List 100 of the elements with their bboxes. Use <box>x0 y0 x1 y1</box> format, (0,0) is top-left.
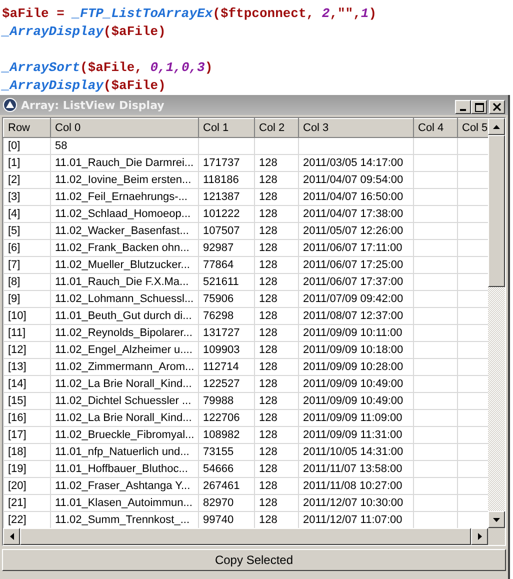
table-cell: 79988 <box>203 395 234 407</box>
table-cell: 11.02_Iovine_Beim ersten... <box>55 174 192 186</box>
column-header[interactable]: Col 3 <box>298 118 414 138</box>
table-cell: 11.02_Dichtel Schuessler ... <box>55 395 192 407</box>
table-cell: 128 <box>259 259 278 271</box>
table-cell: 11.01_Beuth_Gut durch di... <box>55 310 192 322</box>
table-cell: [0] <box>8 140 20 152</box>
table-cell: 128 <box>259 327 278 339</box>
table-cell: 2011/09/09 10:18:00 <box>303 344 404 356</box>
column-header[interactable]: Col 2 <box>254 118 298 138</box>
table-cell: 2011/10/05 14:31:00 <box>303 446 404 458</box>
table-cell: 2011/07/09 09:42:00 <box>303 293 404 305</box>
table-cell: [9] <box>8 293 20 305</box>
copy-selected-button[interactable]: Copy Selected <box>2 549 506 571</box>
up-arrow-icon <box>493 124 500 128</box>
table-cell: 128 <box>259 276 278 288</box>
table-cell: 121387 <box>203 191 240 203</box>
window-title: Array: ListView Display <box>21 98 166 112</box>
table-cell: [6] <box>8 242 20 254</box>
table-cell: [13] <box>8 361 26 373</box>
table-cell: 11.01_nfp_Natuerlich und... <box>55 446 190 458</box>
column-header[interactable]: Col 5 <box>458 118 488 138</box>
horizontal-scrollbar[interactable] <box>3 528 505 545</box>
table-cell: 128 <box>259 157 278 169</box>
table-cell: 99740 <box>203 514 234 526</box>
table-cell: 122706 <box>203 412 240 424</box>
maximize-icon <box>474 102 484 112</box>
table-cell: 75906 <box>203 293 234 305</box>
table-cell: [7] <box>8 259 20 271</box>
table-cell: 128 <box>259 174 278 186</box>
table-cell: 128 <box>259 412 278 424</box>
table-cell: 11.02_Brueckle_Fibromyal... <box>55 429 194 441</box>
table-cell: 11.02_Zimmermann_Arom... <box>55 361 194 373</box>
table-cell: [11] <box>8 327 26 339</box>
table-cell: [15] <box>8 395 26 407</box>
table-cell: 128 <box>259 361 278 373</box>
table-cell: 11.02_Frank_Backen ohn... <box>55 242 190 254</box>
table-cell: 2011/06/07 17:25:00 <box>303 259 404 271</box>
table-cell: 2011/08/07 12:37:00 <box>303 310 404 322</box>
column-header[interactable]: Col 1 <box>198 118 254 138</box>
table-cell: 128 <box>259 293 278 305</box>
left-arrow-icon <box>10 533 14 540</box>
table-cell: 128 <box>259 514 278 526</box>
column-header[interactable]: Col 4 <box>414 118 458 138</box>
table-cell: [16] <box>8 412 26 424</box>
close-button[interactable] <box>489 100 505 114</box>
table-cell: 267461 <box>203 480 240 492</box>
table-cell: 128 <box>259 191 278 203</box>
table-cell: [8] <box>8 276 20 288</box>
app-icon <box>3 98 17 112</box>
table-cell: 11.02_Summ_Trennkost_... <box>55 514 190 526</box>
table-cell: 122527 <box>203 378 240 390</box>
table-cell: 128 <box>259 395 278 407</box>
table-cell: 2011/09/09 11:09:00 <box>303 412 402 424</box>
table-cell: 128 <box>259 463 278 475</box>
table-cell: 11.02_Engel_Alzheimer u.... <box>55 344 192 356</box>
table-cell: [21] <box>8 497 26 509</box>
table-cell: 2011/04/07 09:54:00 <box>303 174 404 186</box>
table-cell: 131727 <box>203 327 240 339</box>
table-cell: 128 <box>259 378 278 390</box>
table-cell: 109903 <box>203 344 240 356</box>
table-cell: 11.02_La Brie Norall_Kind... <box>55 412 192 424</box>
table-cell: 2011/09/09 10:28:00 <box>303 361 404 373</box>
minimize-button[interactable] <box>455 100 471 114</box>
table-cell: 73155 <box>203 446 234 458</box>
table-cell: 171737 <box>203 157 240 169</box>
code-line: _ArraySort($aFile, 0,1,0,3) <box>2 59 213 77</box>
table-cell: 2011/04/07 17:38:00 <box>303 208 404 220</box>
table-cell: 11.01_Klasen_Autoimmun... <box>55 497 192 509</box>
table-cell: 128 <box>259 344 278 356</box>
table-cell: [2] <box>8 174 20 186</box>
table-cell: [5] <box>8 225 20 237</box>
table-cell: 2011/09/09 11:31:00 <box>303 429 402 441</box>
code-line: $aFile = _FTP_ListToArrayEx($ftpconnect, 2,"",1) <box>2 5 377 23</box>
table-cell: 11.02_Lohmann_Schuessl... <box>55 293 194 305</box>
table-cell: 2011/06/07 17:11:00 <box>303 242 402 254</box>
table-cell: 128 <box>259 208 278 220</box>
table-cell: 2011/06/07 17:37:00 <box>303 276 404 288</box>
table-cell: 108982 <box>203 429 240 441</box>
vertical-scrollbar[interactable] <box>488 118 505 528</box>
maximize-button[interactable] <box>471 100 487 114</box>
column-header[interactable]: Row <box>4 118 50 138</box>
table-cell: 54666 <box>203 463 234 475</box>
table-cell: [3] <box>8 191 20 203</box>
table-cell: 2011/05/07 12:26:00 <box>303 225 404 237</box>
table-cell: 128 <box>259 225 278 237</box>
code-line: _ArrayDisplay($aFile) <box>2 77 166 95</box>
table-cell: 11.01_Rauch_Die F.X.Ma... <box>55 276 189 288</box>
table-cell: 2011/12/07 11:07:00 <box>303 514 402 526</box>
column-header[interactable]: Col 0 <box>50 118 198 138</box>
table-cell: 11.02_Schlaad_Homoeop... <box>55 208 191 220</box>
table-cell: [1] <box>8 157 20 169</box>
code-line: _ArrayDisplay($aFile) <box>2 23 166 41</box>
table-cell: 11.02_Mueller_Blutzucker... <box>55 259 190 271</box>
table-cell: 11.02_Fraser_Ashtanga Y... <box>55 480 190 492</box>
table-cell: 11.02_Wacker_Basenfast... <box>55 225 189 237</box>
table-cell: 2011/09/09 10:49:00 <box>303 378 404 390</box>
table-cell: 118186 <box>203 174 239 186</box>
table-cell: 2011/12/07 10:30:00 <box>303 497 404 509</box>
table-cell: [4] <box>8 208 20 220</box>
